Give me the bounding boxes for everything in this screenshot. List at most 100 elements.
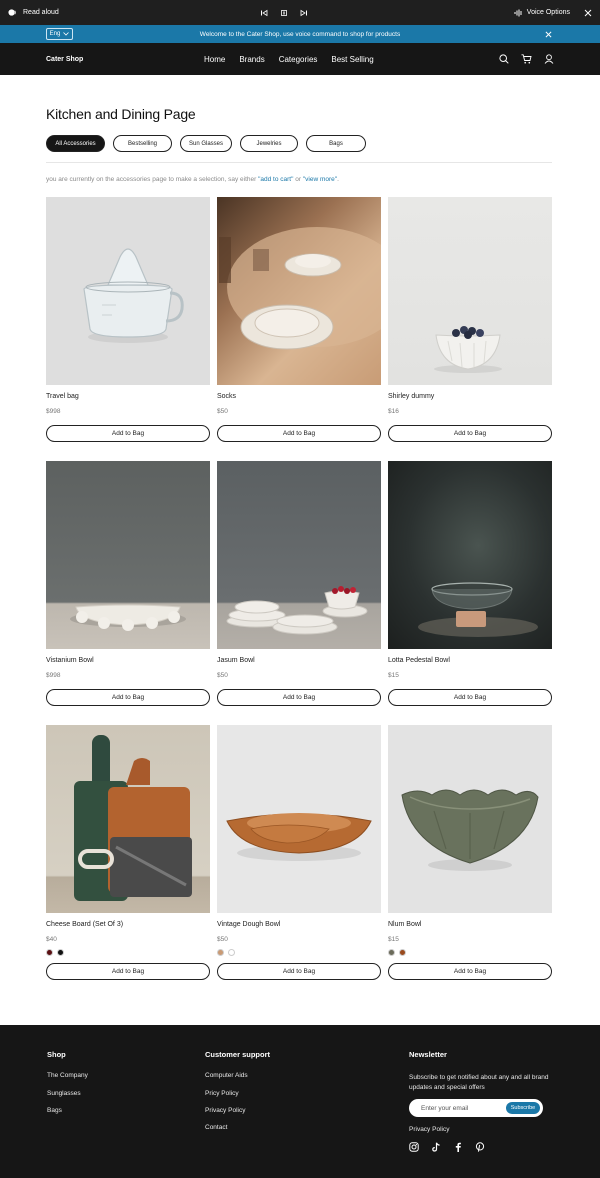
close-icon[interactable] xyxy=(584,9,592,17)
product-image-berry-bowl[interactable] xyxy=(388,197,552,385)
cart-icon[interactable] xyxy=(521,54,532,64)
filter-bags[interactable]: Bags xyxy=(306,135,366,152)
add-to-bag-button[interactable]: Add to Bag xyxy=(388,963,552,980)
color-swatches xyxy=(388,949,406,956)
product-image-pedestal-bowl[interactable] xyxy=(388,461,552,649)
product-card: Vistanium Bowl $998 Add to Bag xyxy=(46,461,210,706)
footer-shop-title: Shop xyxy=(47,1050,66,1059)
language-select[interactable]: Eng xyxy=(46,28,73,40)
add-to-bag-button[interactable]: Add to Bag xyxy=(388,425,552,442)
product-image-green-bowl[interactable] xyxy=(388,725,552,913)
product-image-dough-bowl[interactable] xyxy=(217,725,381,913)
add-to-bag-button[interactable]: Add to Bag xyxy=(388,689,552,706)
previous-icon[interactable] xyxy=(260,9,268,17)
product-name[interactable]: Jasum Bowl xyxy=(217,657,255,664)
product-name[interactable]: Vintage Dough Bowl xyxy=(217,921,280,928)
nav-brands[interactable]: Brands xyxy=(239,55,264,64)
footer-link[interactable]: Sunglasses xyxy=(47,1090,81,1097)
product-card: Cheese Board (Set Of 3) $40 Add to Bag xyxy=(46,725,210,980)
product-image-stacked-bowls[interactable] xyxy=(217,461,381,649)
product-card: Nlum Bowl $15 Add to Bag xyxy=(388,725,552,980)
footer-link[interactable]: Contact xyxy=(205,1124,227,1131)
footer-newsletter-title: Newsletter xyxy=(409,1050,447,1059)
filter-sun-glasses[interactable]: Sun Glasses xyxy=(180,135,232,152)
product-price: $15 xyxy=(388,672,399,679)
voice-options-button[interactable]: Voice Options xyxy=(514,9,570,17)
filter-jewelries[interactable]: Jewelries xyxy=(240,135,298,152)
voice-options-label: Voice Options xyxy=(526,9,570,16)
close-icon xyxy=(545,31,552,37)
hint-end: . xyxy=(337,176,339,183)
footer-support-title: Customer support xyxy=(205,1050,271,1059)
product-price: $998 xyxy=(46,408,61,415)
site-footer: Shop The Company Sunglasses Bags Custome… xyxy=(0,1025,600,1178)
footer-link[interactable]: Pricy Policy xyxy=(205,1090,239,1097)
product-name[interactable]: Vistanium Bowl xyxy=(46,657,94,664)
color-swatch[interactable] xyxy=(217,949,224,956)
add-to-bag-button[interactable]: Add to Bag xyxy=(46,689,210,706)
nav-best-selling[interactable]: Best Selling xyxy=(331,55,373,64)
language-value: Eng xyxy=(49,31,61,37)
add-to-bag-button[interactable]: Add to Bag xyxy=(46,963,210,980)
hint-text: you are currently on the accessories pag… xyxy=(46,176,259,183)
nav-home[interactable]: Home xyxy=(204,55,225,64)
site-header: Cater Shop Home Brands Categories Best S… xyxy=(0,43,600,75)
newsletter-text: Subscribe to get notified about any and … xyxy=(409,1074,549,1091)
product-price: $40 xyxy=(46,936,57,943)
product-card: Travel bag $998 Add to Bag xyxy=(46,197,210,442)
footer-link[interactable]: Bags xyxy=(47,1107,62,1114)
announcement-bar: Welcome to the Cater Shop, use voice com… xyxy=(0,25,600,43)
tiktok-icon[interactable] xyxy=(431,1142,441,1152)
product-name[interactable]: Nlum Bowl xyxy=(388,921,421,928)
filter-bestselling[interactable]: Bestselling xyxy=(113,135,172,152)
instagram-icon[interactable] xyxy=(409,1142,419,1152)
filter-all-accessories[interactable]: All Accessories xyxy=(46,135,105,152)
product-image-plates[interactable] xyxy=(217,197,381,385)
newsletter-form: Enter your email Subscribe xyxy=(409,1099,543,1117)
product-name[interactable]: Socks xyxy=(217,393,236,400)
product-image-juicer[interactable] xyxy=(46,197,210,385)
facebook-icon[interactable] xyxy=(453,1142,463,1152)
add-to-bag-button[interactable]: Add to Bag xyxy=(217,689,381,706)
product-card: Lotta Pedestal Bowl $15 Add to Bag xyxy=(388,461,552,706)
site-logo[interactable]: Cater Shop xyxy=(46,43,83,75)
email-input[interactable]: Enter your email xyxy=(421,1099,468,1117)
add-to-bag-button[interactable]: Add to Bag xyxy=(46,425,210,442)
chevron-down-icon xyxy=(63,32,70,36)
hint-view-more: "view more" xyxy=(302,176,338,183)
product-price: $50 xyxy=(217,408,228,415)
nav-categories[interactable]: Categories xyxy=(279,55,318,64)
color-swatch[interactable] xyxy=(399,949,406,956)
add-to-bag-button[interactable]: Add to Bag xyxy=(217,425,381,442)
read-aloud-bar: Read aloud Voice Options xyxy=(0,0,600,25)
product-name[interactable]: Lotta Pedestal Bowl xyxy=(388,657,450,664)
product-image-cheese-boards[interactable] xyxy=(46,725,210,913)
next-icon[interactable] xyxy=(300,9,308,17)
color-swatch[interactable] xyxy=(228,949,235,956)
product-price: $16 xyxy=(388,408,399,415)
footer-link[interactable]: Computer Aids xyxy=(205,1072,248,1079)
product-card: Socks $50 Add to Bag xyxy=(217,197,381,442)
pause-icon[interactable] xyxy=(280,9,288,17)
footer-link[interactable]: Privacy Policy xyxy=(205,1107,245,1114)
add-to-bag-button[interactable]: Add to Bag xyxy=(217,963,381,980)
product-name[interactable]: Travel bag xyxy=(46,393,79,400)
subscribe-button[interactable]: Subscribe xyxy=(506,1102,540,1114)
product-card: Shirley dummy $16 Add to Bag xyxy=(388,197,552,442)
product-name[interactable]: Shirley dummy xyxy=(388,393,434,400)
color-swatch[interactable] xyxy=(57,949,64,956)
read-aloud-control[interactable]: Read aloud xyxy=(8,0,59,25)
voice-wave-icon xyxy=(514,9,522,16)
search-icon[interactable] xyxy=(499,54,509,64)
pinterest-icon[interactable] xyxy=(475,1142,485,1152)
footer-privacy-link[interactable]: Privacy Policy xyxy=(409,1126,449,1133)
color-swatch[interactable] xyxy=(388,949,395,956)
user-icon[interactable] xyxy=(544,54,554,64)
footer-link[interactable]: The Company xyxy=(47,1072,88,1079)
color-swatch[interactable] xyxy=(46,949,53,956)
hint-or: or xyxy=(293,176,303,183)
social-links xyxy=(409,1142,485,1152)
product-image-bobble-bowl[interactable] xyxy=(46,461,210,649)
announcement-close[interactable] xyxy=(545,25,552,43)
product-name[interactable]: Cheese Board (Set Of 3) xyxy=(46,921,123,928)
